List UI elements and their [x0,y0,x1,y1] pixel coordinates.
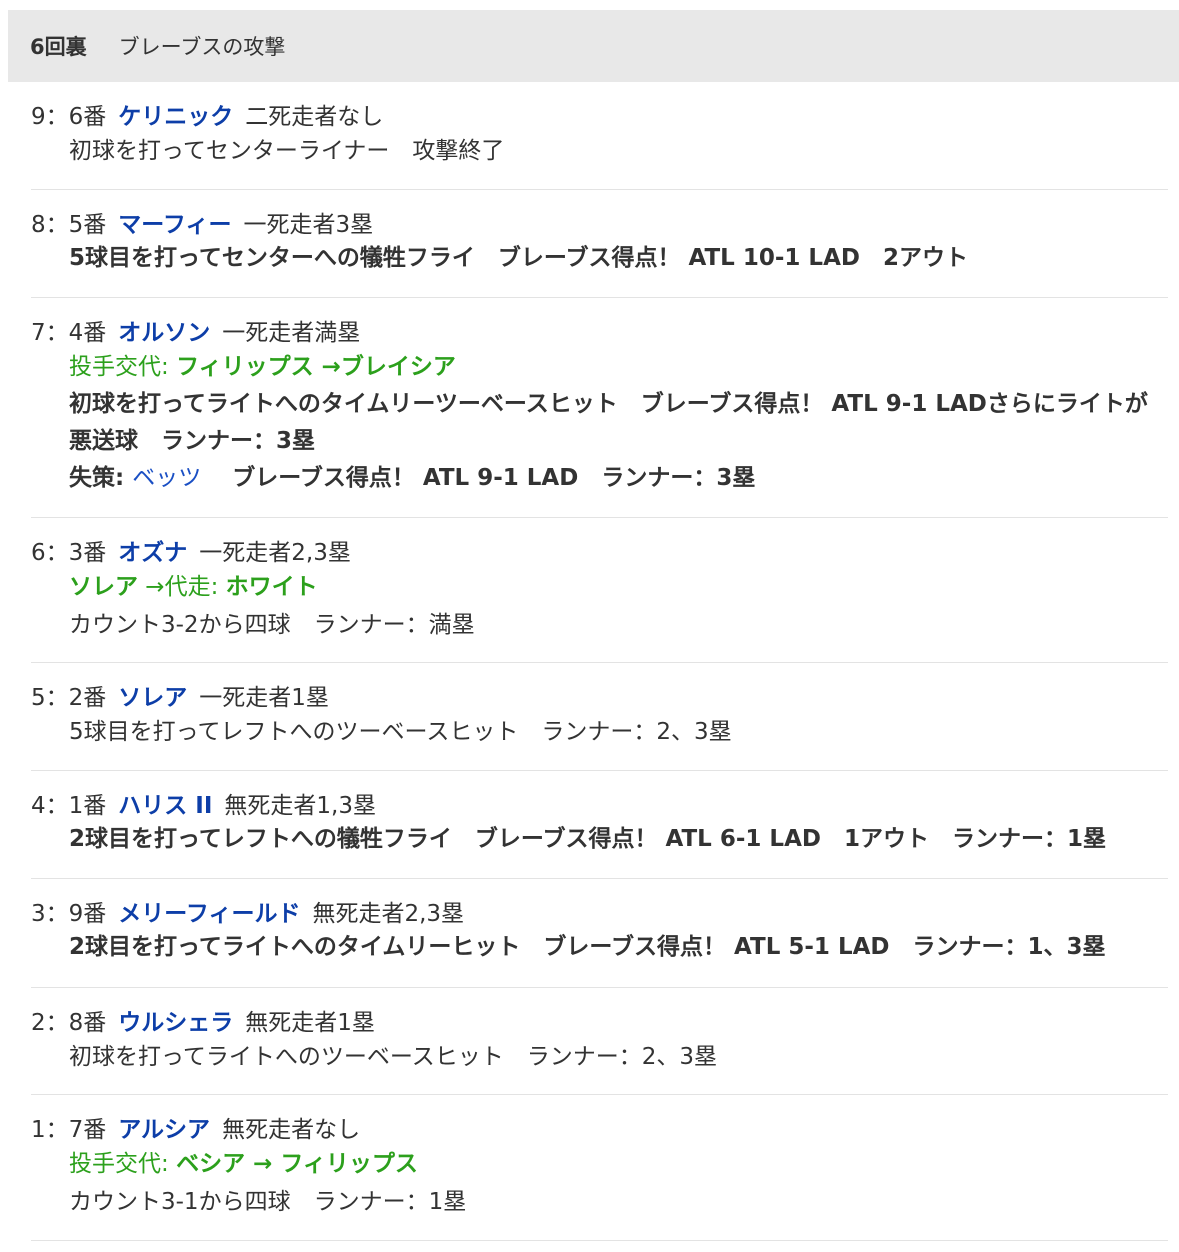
error-play: 失策: ベッツ ブレーブス得点！ ATL 9-1 LAD ランナー：3塁 [31,460,1168,497]
play-header: 4：1番 ハリス II 無死走者1,3塁 [31,791,1168,821]
play-description: 5球目を打ってレフトへのツーベースヒット ランナー：2、3塁 [69,719,732,745]
play-item: 3：9番 メリーフィールド 無死走者2,3塁 2球目を打ってライトへのタイムリーヒット… [31,879,1168,988]
arrow: → [313,354,341,380]
batter-link[interactable]: ウルシェラ [118,1010,233,1036]
play-number: 9：6番 [31,104,107,130]
play-description: カウント3-1から四球 ランナー：1塁 [69,1189,467,1215]
situation: 無死走者2,3塁 [312,901,465,927]
runner-out-link[interactable]: ソレア [69,574,138,600]
pitching-change-label: 投手交代: [69,1151,177,1177]
situation: 一死走者2,3塁 [199,540,351,566]
play-item: 6：3番 オズナ 一死走者2,3塁 ソレア →代走: ホワイト カウント3-2から四球 … [31,518,1168,663]
play-header: 1：7番 アルシア 無死走者なし [31,1115,1168,1145]
pitcher-out-link[interactable]: ベシア [176,1151,245,1177]
pinch-runner-label: →代走: [138,574,226,600]
play-number: 8：5番 [31,212,107,238]
scoring-play-description: 初球を打ってライトへのタイムリーツーベースヒット ブレーブス得点！ ATL 9-… [69,391,1148,454]
play-by-play-list: 9：6番 ケリニック 二死走者なし 初球を打ってセンターライナー 攻撃終了 8：5番 マー… [31,82,1168,1241]
error-description: ブレーブス得点！ ATL 9-1 LAD ランナー：3塁 [201,465,756,491]
play-item: 5：2番 ソレア 一死走者1塁 5球目を打ってレフトへのツーベースヒット ランナー：2… [31,663,1168,771]
batter-link[interactable]: オズナ [118,540,187,566]
play-item: 8：5番 マーフィー 一死走者3塁 5球目を打ってセンターへの犠牲フライ ブレーブス得… [31,190,1168,298]
situation: 無死走者1,3塁 [224,793,376,819]
batter-link[interactable]: マーフィー [118,212,231,238]
play-item: 4：1番 ハリス II 無死走者1,3塁 2球目を打ってレフトへの犠牲フライ ブレーブ… [31,771,1168,879]
play-number: 5：2番 [31,685,107,711]
situation: 一死走者満塁 [222,320,361,346]
play-description: 初球を打ってライトへのツーベースヒット ランナー：2、3塁 [69,1044,717,1070]
pitching-change-label: 投手交代: [69,354,177,380]
pitcher-in-link[interactable]: フィリップス [272,1151,418,1177]
arrow: → [245,1151,273,1177]
play-header: 5：2番 ソレア 一死走者1塁 [31,683,1168,713]
play-item: 7：4番 オルソン 一死走者満塁 投手交代: フィリップス →ブレイシア 初球を打ってラ… [31,298,1168,518]
batter-link[interactable]: メリーフィールド [118,901,300,927]
pitcher-out-link[interactable]: フィリップス [176,354,314,380]
play-description: カウント3-2から四球 ランナー：満塁 [69,612,475,638]
situation: 二死走者なし [245,104,384,130]
runner-in-link[interactable]: ホワイト [226,574,318,600]
situation: 無死走者なし [222,1117,361,1143]
batter-link[interactable]: ケリニック [118,104,233,130]
play-header: 3：9番 メリーフィールド 無死走者2,3塁 [31,899,1168,929]
play-number: 4：1番 [31,793,107,819]
play-header: 8：5番 マーフィー 一死走者3塁 [31,210,1168,240]
scoring-play-description: 5球目を打ってセンターへの犠牲フライ ブレーブス得点！ ATL 10-1 LAD… [69,245,968,271]
play-header: 9：6番 ケリニック 二死走者なし [31,102,1168,132]
play-number: 1：7番 [31,1117,107,1143]
situation: 一死走者1塁 [199,685,329,711]
error-label: 失策: [69,465,133,491]
pinch-runner-change: ソレア →代走: ホワイト [31,568,1168,606]
pitcher-in-link[interactable]: ブレイシア [341,354,456,380]
situation: 無死走者1塁 [245,1010,375,1036]
play-number: 2：8番 [31,1010,107,1036]
situation: 一死走者3塁 [243,212,374,238]
play-header: 7：4番 オルソン 一死走者満塁 [31,318,1168,348]
scoring-play-description: 2球目を打ってライトへのタイムリーヒット ブレーブス得点！ ATL 5-1 LA… [69,934,1106,960]
play-item: 1：7番 アルシア 無死走者なし 投手交代: ベシア → フィリップス カウント3-1か… [31,1095,1168,1241]
batter-link[interactable]: オルソン [118,320,210,346]
pitching-change: 投手交代: フィリップス →ブレイシア [31,348,1168,386]
play-header: 6：3番 オズナ 一死走者2,3塁 [31,538,1168,568]
inning-label: 6回裏 [30,35,87,59]
fielder-link[interactable]: ベッツ [132,465,201,491]
play-description: 初球を打ってセンターライナー 攻撃終了 [69,138,505,164]
play-number: 7：4番 [31,320,107,346]
attack-title: ブレーブスの攻撃 [118,35,286,59]
batter-link[interactable]: ソレア [118,685,187,711]
play-header: 2：8番 ウルシェラ 無死走者1塁 [31,1008,1168,1038]
inning-header: 6回裏 ブレーブスの攻撃 [8,10,1179,82]
play-item: 9：6番 ケリニック 二死走者なし初球を打ってセンターライナー 攻撃終了 [31,82,1168,190]
play-item: 2：8番 ウルシェラ 無死走者1塁初球を打ってライトへのツーベースヒット ランナー：… [31,988,1168,1095]
batter-link[interactable]: アルシア [118,1117,210,1143]
scoring-play-description: 2球目を打ってレフトへの犠牲フライ ブレーブス得点！ ATL 6-1 LAD 1… [69,826,1106,852]
pitching-change: 投手交代: ベシア → フィリップス [31,1145,1168,1183]
play-number: 6：3番 [31,540,107,566]
play-number: 3：9番 [31,901,107,927]
batter-link[interactable]: ハリス II [118,793,212,819]
